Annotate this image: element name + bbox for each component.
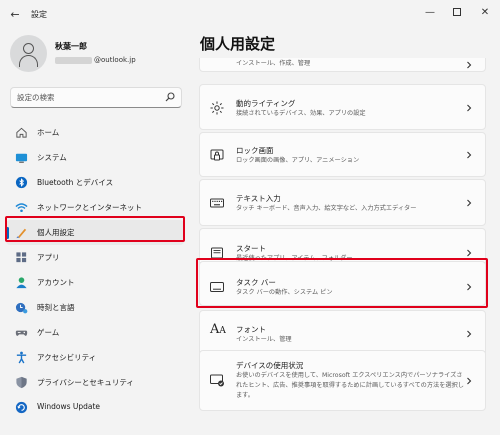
user-name: 秋葉一郎 xyxy=(55,42,87,51)
gamepad-icon xyxy=(15,330,28,336)
settings-card-text-input[interactable]: テキスト入力 タッチ キーボード、音声入力、絵文字など、入力方式エディター xyxy=(199,179,486,226)
card-title: フォント xyxy=(236,325,266,334)
taskbar-icon xyxy=(210,282,224,292)
sidebar-item-bluetooth[interactable]: Bluetooth とデバイス xyxy=(6,170,184,195)
sidebar-item-label: ホーム xyxy=(37,128,60,137)
time-language-icon xyxy=(15,302,28,314)
lock-screen-icon xyxy=(210,149,224,161)
card-title: テキスト入力 xyxy=(236,194,281,203)
paintbrush-icon xyxy=(16,228,27,239)
accessibility-icon xyxy=(16,351,27,364)
keyboard-icon xyxy=(210,198,224,208)
chevron-right-icon xyxy=(467,104,472,112)
dynamic-lighting-icon xyxy=(210,101,224,115)
card-title: 動的ライティング xyxy=(236,99,296,108)
sidebar-item-label: アクセシビリティ xyxy=(37,353,97,362)
chevron-right-icon xyxy=(467,61,472,69)
start-menu-icon xyxy=(211,247,223,259)
user-profile[interactable]: 秋葉一郎 @outlook.jp xyxy=(10,35,190,75)
chevron-right-icon xyxy=(467,199,472,207)
settings-card-taskbar[interactable]: タスク バー タスク バーの動作、システム ピン xyxy=(199,261,486,306)
card-desc-line: ます。 xyxy=(236,392,254,399)
sidebar-item-home[interactable]: ホーム xyxy=(6,120,184,145)
person-icon xyxy=(10,35,47,72)
chevron-right-icon xyxy=(467,283,472,291)
sidebar-item-label: システム xyxy=(37,153,67,162)
sidebar-item-label: ネットワークとインターネット xyxy=(37,203,142,212)
sidebar-item-windows-update[interactable]: Windows Update xyxy=(6,395,184,420)
sidebar-item-label: プライバシーとセキュリティ xyxy=(37,378,134,387)
bluetooth-icon xyxy=(15,176,28,189)
card-title: デバイスの使用状況 xyxy=(236,361,304,370)
settings-card-device-usage[interactable]: デバイスの使用状況 お使いのデバイスを使用して、Microsoft エクスペリエ… xyxy=(199,350,486,411)
chevron-right-icon xyxy=(467,151,472,159)
card-desc: ロック画面の画像、アプリ、アニメーション xyxy=(236,157,360,164)
back-arrow-icon[interactable]: ← xyxy=(8,8,22,22)
shield-icon xyxy=(16,376,27,389)
page-title: 個人用設定 xyxy=(200,35,276,53)
search-icon[interactable] xyxy=(165,92,175,102)
wifi-icon xyxy=(15,203,28,213)
sidebar-item-accessibility[interactable]: アクセシビリティ xyxy=(6,345,184,370)
sidebar-nav: ホーム システム Bluetooth とデバイス ネットワークとインターネット … xyxy=(6,120,186,420)
settings-card-partial[interactable]: インストール、作成、管理 xyxy=(199,58,486,72)
card-desc: タッチ キーボード、音声入力、絵文字など、入力方式エディター xyxy=(236,205,417,212)
card-title: ロック画面 xyxy=(236,146,274,155)
settings-list: インストール、作成、管理 動的ライティング 接続されているデバイス、効果、アプリ… xyxy=(199,58,486,435)
app-title: 設定 xyxy=(31,10,47,19)
sidebar-item-label: Bluetooth とデバイス xyxy=(37,178,114,187)
apps-icon xyxy=(16,252,27,263)
windows-update-icon xyxy=(15,401,28,414)
search-input[interactable] xyxy=(17,91,157,104)
user-email-suffix: @outlook.jp xyxy=(94,56,136,64)
sidebar-item-label: アカウント xyxy=(37,278,75,287)
sidebar-item-label: 個人用設定 xyxy=(37,228,75,237)
sidebar-item-label: 時刻と言語 xyxy=(37,303,75,312)
sidebar-item-label: アプリ xyxy=(37,253,60,262)
maximize-icon[interactable] xyxy=(447,4,467,22)
minimize-icon[interactable]: — xyxy=(420,4,440,22)
sidebar-item-accounts[interactable]: アカウント xyxy=(6,270,184,295)
card-desc: インストール、管理 xyxy=(236,336,292,343)
redacted-email-part xyxy=(55,56,92,64)
card-desc: タスク バーの動作、システム ピン xyxy=(236,289,333,296)
account-icon xyxy=(16,277,27,289)
sidebar-item-label: ゲーム xyxy=(37,328,60,337)
card-desc-line: れたヒント、広告、推奨事項を取得するために計画しているすべての方法を選択し xyxy=(236,382,464,389)
close-icon[interactable]: ✕ xyxy=(475,4,495,22)
card-desc: 接続されているデバイス、効果、アプリの設定 xyxy=(236,110,366,117)
chevron-right-icon xyxy=(467,377,472,385)
system-display-icon xyxy=(15,153,28,163)
card-title: タスク バー xyxy=(236,278,276,287)
home-icon xyxy=(16,127,27,138)
card-desc-line: お使いのデバイスを使用して、Microsoft エクスペリエンス内でパーソナライ… xyxy=(236,372,463,379)
sidebar-item-system[interactable]: システム xyxy=(6,145,184,170)
settings-card-lock-screen[interactable]: ロック画面 ロック画面の画像、アプリ、アニメーション xyxy=(199,132,486,177)
chevron-right-icon xyxy=(467,249,472,257)
sidebar-item-privacy[interactable]: プライバシーとセキュリティ xyxy=(6,370,184,395)
sidebar-item-label: Windows Update xyxy=(37,402,101,411)
sidebar-item-personalization[interactable]: 個人用設定 xyxy=(6,220,184,245)
user-email: @outlook.jp xyxy=(55,56,136,64)
sidebar-item-gaming[interactable]: ゲーム xyxy=(6,320,184,345)
device-usage-icon xyxy=(210,374,224,387)
sidebar-item-network[interactable]: ネットワークとインターネット xyxy=(6,195,184,220)
search-box[interactable] xyxy=(10,87,182,108)
fonts-icon: AA xyxy=(210,322,226,337)
chevron-right-icon xyxy=(467,330,472,338)
sidebar-item-apps[interactable]: アプリ xyxy=(6,245,184,270)
title-bar: ← 設定 — ✕ xyxy=(0,0,500,30)
card-desc: インストール、作成、管理 xyxy=(236,60,311,67)
settings-card-dynamic-lighting[interactable]: 動的ライティング 接続されているデバイス、効果、アプリの設定 xyxy=(199,84,486,130)
card-title: スタート xyxy=(236,244,266,253)
sidebar-item-time-language[interactable]: 時刻と言語 xyxy=(6,295,184,320)
